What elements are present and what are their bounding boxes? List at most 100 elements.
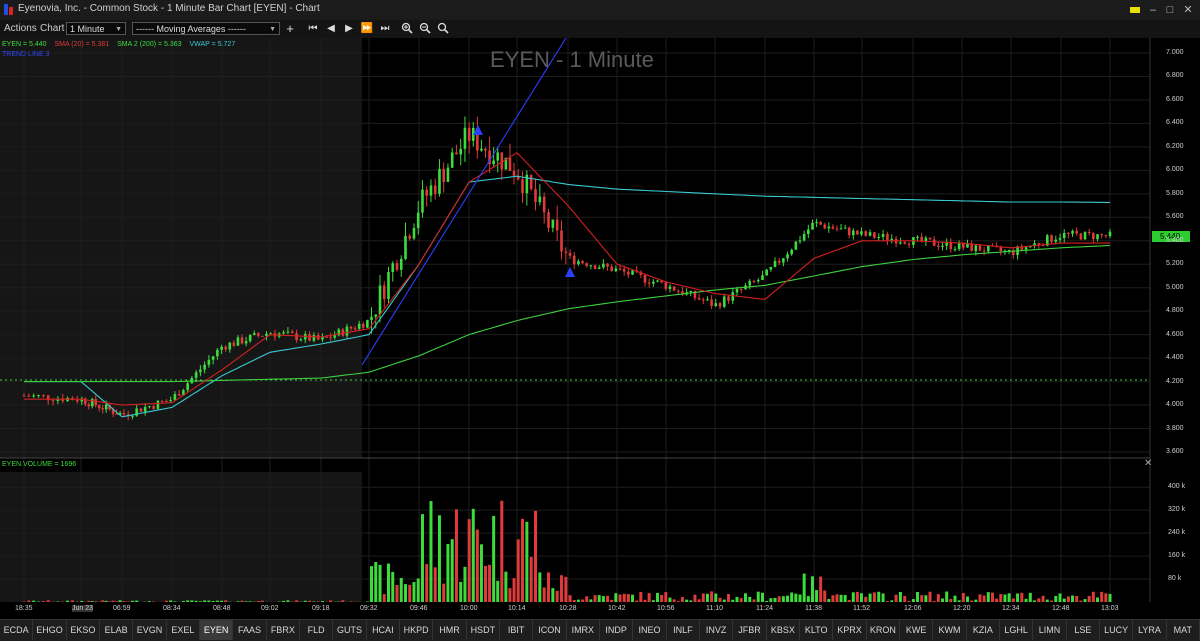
interval-select[interactable]: 1 Minute▼ — [66, 22, 126, 35]
zoom-reset-button[interactable] — [436, 22, 450, 36]
candle-body — [169, 400, 172, 401]
symbol-tab-faas[interactable]: FAAS — [233, 620, 266, 640]
symbol-tab-limn[interactable]: LIMN — [1033, 620, 1066, 640]
symbol-tab-hsdt[interactable]: HSDT — [467, 620, 500, 640]
time-tick-label: 09:32 — [360, 605, 378, 612]
volume-bar — [249, 601, 252, 602]
step-forward-button[interactable]: ▶ — [342, 22, 356, 36]
symbol-tab-indp[interactable]: INDP — [600, 620, 633, 640]
zoom-in-button[interactable] — [400, 22, 414, 36]
volume-bar — [517, 539, 520, 602]
candle-body — [257, 333, 260, 336]
symbol-tab-hmr[interactable]: HMR — [433, 620, 466, 640]
price-tick-label: 4.000 — [1166, 401, 1184, 408]
volume-bar — [87, 601, 90, 602]
symbol-tab-ecda[interactable]: ECDA — [0, 620, 33, 640]
symbol-tab-lse[interactable]: LSE — [1067, 620, 1100, 640]
volume-bar — [186, 600, 189, 602]
volume-bar — [1025, 599, 1028, 602]
symbol-tab-hcai[interactable]: HCAI — [367, 620, 400, 640]
candle-body — [665, 282, 668, 288]
volume-bar — [400, 578, 403, 602]
chart-menu[interactable]: Chart — [40, 23, 64, 34]
volume-bar — [685, 600, 688, 602]
symbol-tab-mat[interactable]: MAT — [1167, 620, 1200, 640]
volume-bar — [929, 592, 932, 602]
candle-body — [28, 396, 31, 397]
symbol-tab-lyra[interactable]: LYRA — [1133, 620, 1166, 640]
symbol-tab-fbrx[interactable]: FBRX — [267, 620, 300, 640]
symbol-tab-ehgo[interactable]: EHGO — [33, 620, 66, 640]
candle-body — [1105, 235, 1108, 236]
symbol-tab-ekso[interactable]: EKSO — [67, 620, 100, 640]
symbol-tab-ineo[interactable]: INEO — [633, 620, 666, 640]
symbol-tab-kron[interactable]: KRON — [867, 620, 900, 640]
symbol-tab-imrx[interactable]: IMRX — [567, 620, 600, 640]
symbol-tab-ibit[interactable]: IBIT — [500, 620, 533, 640]
candle-body — [425, 190, 428, 196]
window-titlebar: Eyenovia, Inc. - Common Stock - 1 Minute… — [0, 0, 1200, 21]
candle-body — [719, 303, 722, 307]
candle-body — [689, 291, 692, 292]
time-tick-label: 10:00 — [460, 605, 478, 612]
candle-body — [350, 327, 353, 329]
symbol-tab-lucy[interactable]: LUCY — [1100, 620, 1133, 640]
symbol-tab-jfbr[interactable]: JFBR — [733, 620, 766, 640]
volume-bar — [551, 588, 554, 602]
actions-menu[interactable]: Actions — [4, 23, 37, 34]
volume-bar — [119, 600, 122, 602]
add-study-button[interactable]: + — [283, 22, 297, 36]
step-back-button[interactable]: ◀ — [324, 22, 338, 36]
symbol-tab-kprx[interactable]: KPRX — [833, 620, 866, 640]
volume-bar — [261, 601, 264, 602]
skip-back-icon: ⏮ — [309, 23, 318, 34]
maximize-button[interactable]: □ — [1163, 3, 1177, 17]
candle-body — [656, 281, 659, 282]
symbol-tab-hkpd[interactable]: HKPD — [400, 620, 433, 640]
close-button[interactable]: ✕ — [1181, 3, 1195, 17]
candle-body — [615, 269, 618, 272]
link-color-icon[interactable] — [1128, 3, 1142, 17]
volume-bar — [66, 601, 69, 602]
jump-end-button[interactable]: ⏭ — [378, 22, 392, 36]
time-tick-label: 09:46 — [410, 605, 428, 612]
symbol-tab-fld[interactable]: FLD — [300, 620, 333, 640]
candle-body — [873, 232, 876, 238]
symbol-tab-invz[interactable]: INVZ — [700, 620, 733, 640]
symbol-tab-kwm[interactable]: KWM — [933, 620, 966, 640]
symbol-tab-klto[interactable]: KLTO — [800, 620, 833, 640]
candle-body — [404, 236, 407, 259]
close-pane-button[interactable]: ✕ — [1144, 458, 1152, 469]
symbol-tab-evgn[interactable]: EVGN — [133, 620, 166, 640]
symbol-tab-inlf[interactable]: INLF — [667, 620, 700, 640]
minimize-button[interactable]: – — [1146, 3, 1160, 17]
symbol-tab-kwe[interactable]: KWE — [900, 620, 933, 640]
candle-body — [844, 228, 847, 229]
studies-select[interactable]: ------ Moving Averages ------▼ — [132, 22, 280, 35]
volume-bar — [668, 598, 671, 602]
candle-body — [152, 406, 155, 409]
volume-bar — [1109, 594, 1112, 602]
price-tick-label: 5.000 — [1166, 284, 1184, 291]
candle-body — [76, 400, 79, 401]
fast-forward-button[interactable]: ⏩ — [360, 22, 374, 36]
volume-bar — [556, 591, 559, 602]
symbol-tab-kzia[interactable]: KZIA — [967, 620, 1000, 640]
zoom-out-button[interactable] — [418, 22, 432, 36]
symbol-tab-exel[interactable]: EXEL — [167, 620, 200, 640]
volume-bar — [627, 594, 630, 602]
candle-body — [140, 408, 143, 411]
candle-body — [1075, 231, 1078, 233]
time-tick-label: 09:02 — [261, 605, 279, 612]
price-volume-chart[interactable] — [0, 38, 1200, 602]
symbol-tab-guts[interactable]: GUTS — [333, 620, 366, 640]
symbol-tab-elab[interactable]: ELAB — [100, 620, 133, 640]
volume-bar — [383, 594, 386, 602]
symbol-tab-kbsx[interactable]: KBSX — [767, 620, 800, 640]
candle-body — [434, 185, 437, 193]
symbol-tab-eyen[interactable]: EYEN — [200, 620, 233, 640]
candle-body — [101, 408, 104, 409]
symbol-tab-lghl[interactable]: LGHL — [1000, 620, 1033, 640]
jump-start-button[interactable]: ⏮ — [306, 22, 320, 36]
symbol-tab-icon[interactable]: ICON — [533, 620, 566, 640]
